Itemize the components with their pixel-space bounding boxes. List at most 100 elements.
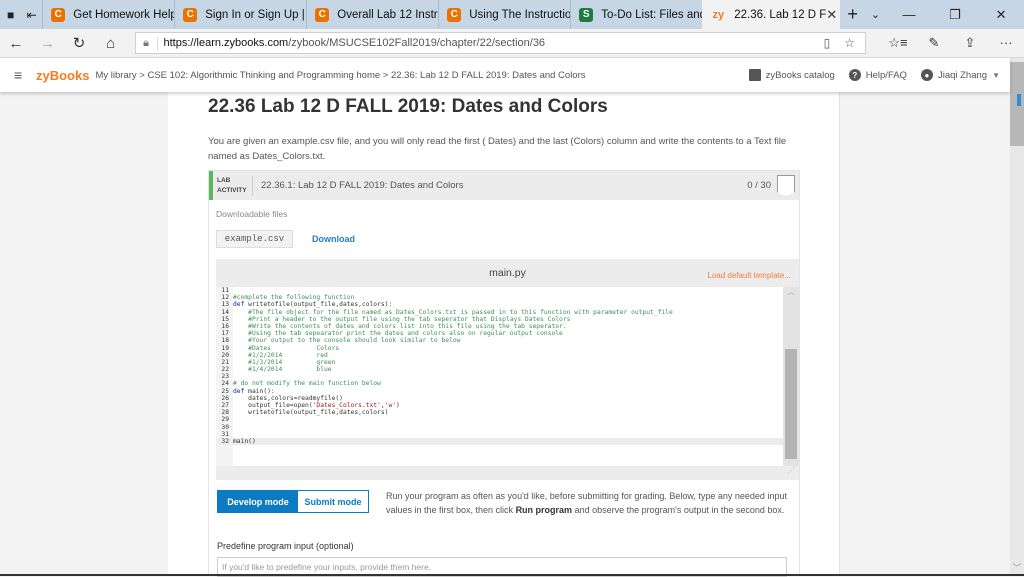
code-line[interactable]: 20 #1/2/2014 red	[216, 352, 783, 359]
chevron-down-icon: ▼	[992, 71, 1000, 80]
line-number: 22	[216, 366, 233, 373]
downloadable-files-label: Downloadable files	[216, 209, 287, 219]
refresh-button[interactable]: ↻	[63, 34, 95, 52]
close-window-button[interactable]: ✕	[978, 0, 1024, 29]
web-notes-icon[interactable]: ✎	[916, 35, 952, 51]
run-program-emphasis: Run program	[516, 505, 573, 515]
code-line[interactable]: 32main()	[216, 438, 783, 445]
code-line[interactable]: 16 #Write the contents of dates and colo…	[216, 323, 783, 330]
code-line[interactable]: 13def writetofile(output_file,dates,colo…	[216, 301, 783, 308]
line-number: 14	[216, 309, 233, 316]
download-link[interactable]: Download	[312, 234, 355, 244]
editor-scroll-up-icon[interactable]: ︿	[783, 287, 799, 297]
user-menu[interactable]: ● Jiaqi Zhang ▼	[921, 69, 1000, 81]
code-line[interactable]: 21 #1/3/2014 green	[216, 359, 783, 366]
home-button[interactable]: ⌂	[95, 35, 127, 52]
code-line[interactable]: 19 #Dates Colors	[216, 345, 783, 352]
line-number: 32	[216, 438, 233, 445]
help-question-icon: ?	[849, 69, 861, 81]
reading-view-icon[interactable]: ▯	[824, 36, 831, 50]
file-name-chip[interactable]: example.csv	[216, 230, 293, 248]
help-link[interactable]: ? Help/FAQ	[849, 69, 907, 81]
mode-description: Run your program as often as you'd like,…	[386, 489, 791, 517]
browser-tab[interactable]: CUsing The Instructio	[438, 0, 570, 29]
section-intro: You are given an example.csv file, and y…	[208, 134, 798, 164]
more-icon[interactable]: ···	[988, 35, 1024, 51]
chegg-favicon-icon: C	[183, 8, 197, 22]
load-default-template-link[interactable]: Load default template...	[707, 271, 791, 280]
breadcrumb[interactable]: My library > CSE 102: Algorithmic Thinki…	[95, 70, 585, 81]
zybooks-logo[interactable]: zyBooks	[36, 68, 89, 83]
code-token: #1/2/2014 red	[248, 352, 328, 359]
editor-scrollbar[interactable]: ︿	[783, 287, 799, 466]
page-scrollbar[interactable]: ︿ ﹀	[1010, 58, 1024, 576]
submit-mode-button[interactable]: Submit mode	[298, 491, 368, 512]
chegg-favicon-icon: C	[447, 8, 461, 22]
code-line[interactable]: 29	[216, 416, 783, 423]
code-line[interactable]: 25def main():	[216, 388, 783, 395]
address-bar[interactable]: 🔒︎ https://learn.zybooks.com/zybook/MSUC…	[135, 32, 866, 54]
code-editor-panel: main.py Load default template... 1112#co…	[216, 259, 799, 480]
code-token: #Your output to the console should look …	[248, 337, 460, 344]
close-tab-icon[interactable]: ✕	[826, 7, 837, 23]
line-number: 30	[216, 424, 233, 431]
tab-list-chevron-icon[interactable]: ⌄	[865, 0, 886, 29]
browser-tab-strip: ■ ⇤ CGet Homework Help C Sign In or Sign U…	[0, 0, 1024, 29]
set-aside-tabs-icon[interactable]: ⇤	[21, 0, 42, 29]
line-number: 29	[216, 416, 233, 423]
mode-toggle: Develop mode Submit mode	[217, 490, 369, 513]
back-button[interactable]: ←	[0, 35, 32, 52]
code-line[interactable]: 12#complete the following function	[216, 294, 783, 301]
restore-button[interactable]: ❐	[932, 0, 978, 29]
code-token	[233, 337, 248, 344]
code-area[interactable]: 1112#complete the following function13de…	[216, 287, 783, 466]
code-line[interactable]: 22 #1/4/2014 blue	[216, 366, 783, 373]
tab-label: Sign In or Sign Up | C	[205, 9, 306, 21]
code-token: def	[233, 301, 248, 308]
line-number: 13	[216, 301, 233, 308]
code-line[interactable]: 23	[216, 373, 783, 380]
code-line[interactable]: 27 output_file=open('Dates_Colors.txt','…	[216, 402, 783, 409]
code-token: 'Dates_Colors.txt'	[313, 402, 381, 409]
new-tab-button[interactable]: +	[840, 0, 865, 29]
browser-tab[interactable]: C Sign In or Sign Up | C	[174, 0, 306, 29]
forward-button[interactable]: →	[32, 35, 64, 52]
code-line[interactable]: 17 #Using the tab sepearator print the d…	[216, 330, 783, 337]
code-line[interactable]: 24# do not modify the main function belo…	[216, 380, 783, 387]
code-token: #Dates Colors	[248, 345, 339, 352]
code-line[interactable]: 14 #The file object for the file named a…	[216, 309, 783, 316]
editor-scroll-thumb[interactable]	[785, 349, 797, 459]
develop-mode-button[interactable]: Develop mode	[218, 491, 298, 512]
code-token: #1/4/2014 blue	[248, 366, 331, 373]
browser-tab[interactable]: CGet Homework Help	[42, 0, 174, 29]
code-token: #Print a header to the output file using…	[248, 316, 570, 323]
catalog-link[interactable]: zyBooks catalog	[749, 69, 835, 81]
menu-icon[interactable]: ≡	[14, 67, 28, 83]
browser-tab-active[interactable]: zy22.36. Lab 12 D F✕	[702, 0, 840, 29]
code-line[interactable]: 30	[216, 424, 783, 431]
code-token: #The file object for the file named as D…	[248, 309, 673, 316]
code-token	[233, 352, 248, 359]
resize-handle-icon[interactable]: ⋰	[783, 466, 799, 480]
code-line[interactable]: 26 dates,colors=readmyfile()	[216, 395, 783, 402]
line-number: 26	[216, 395, 233, 402]
code-line[interactable]: 28 writetofile(output_file,dates,colors)	[216, 409, 783, 416]
code-line[interactable]: 31	[216, 431, 783, 438]
favorites-icon[interactable]: ☆≡	[880, 35, 916, 51]
code-line[interactable]: 15 #Print a header to the output file us…	[216, 316, 783, 323]
section-content: 22.36 Lab 12 D FALL 2019: Dates and Colo…	[168, 92, 840, 576]
lab-activity: LAB ACTIVITY 22.36.1: Lab 12 D FALL 2019…	[208, 170, 800, 576]
line-number: 16	[216, 323, 233, 330]
tab-actions-icon[interactable]: ■	[0, 0, 21, 29]
browser-tab[interactable]: STo-Do List: Files and	[570, 0, 702, 29]
lab-tag-line2: ACTIVITY	[217, 186, 252, 196]
minimize-button[interactable]: —	[886, 0, 932, 29]
code-line[interactable]: 18 #Your output to the console should lo…	[216, 337, 783, 344]
code-token: writetofile(output_file,dates,colors)	[233, 409, 388, 416]
url-host: https://learn.zybooks.com	[164, 37, 289, 49]
favorite-star-icon[interactable]: ☆	[844, 36, 855, 50]
share-icon[interactable]: ⇪	[952, 35, 988, 51]
scroll-down-icon[interactable]: ﹀	[1010, 561, 1024, 574]
browser-tab[interactable]: COverall Lab 12 Instru	[306, 0, 438, 29]
code-line[interactable]: 11	[216, 287, 783, 294]
